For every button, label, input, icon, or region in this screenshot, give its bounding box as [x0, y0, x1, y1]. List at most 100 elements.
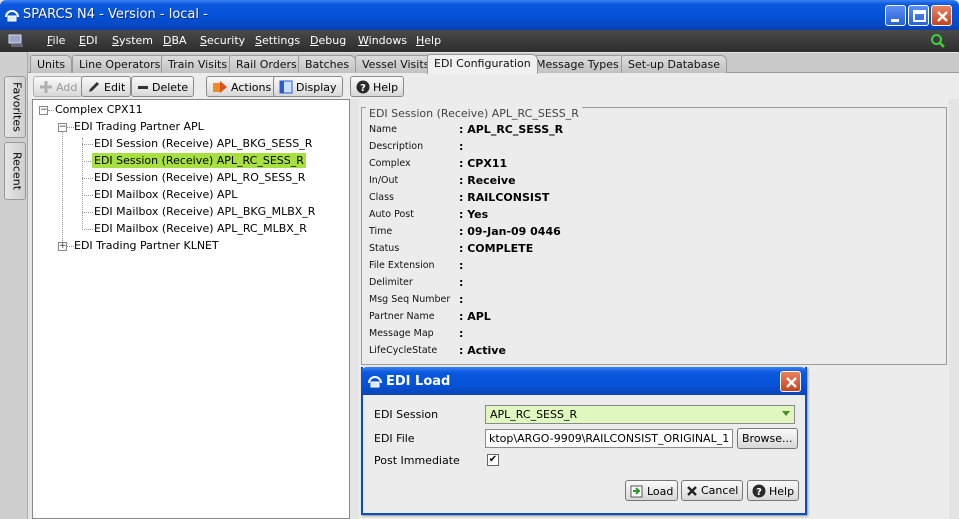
- maximize-button[interactable]: [908, 5, 929, 26]
- help-button-label: Help: [373, 81, 399, 94]
- chevron-down-icon: [782, 411, 790, 416]
- help-icon: ?: [356, 80, 370, 94]
- edit-button[interactable]: Edit: [81, 76, 132, 97]
- side-tab-favorites[interactable]: Favorites: [4, 76, 26, 138]
- menu-bar: File EDI System DBA Security Settings De…: [0, 30, 959, 52]
- field-label: Delimiter: [369, 277, 413, 288]
- details-title: EDI Session (Receive) APL_RC_SESS_R: [366, 107, 582, 120]
- collapse-toggle[interactable]: −: [39, 106, 48, 115]
- svg-text:?: ?: [360, 83, 366, 94]
- panel-splitter[interactable]: [351, 99, 358, 519]
- post-immediate-checkbox[interactable]: ✔: [487, 454, 499, 466]
- minimize-icon: [891, 19, 899, 22]
- cancel-icon: [687, 486, 697, 496]
- side-tab-recent[interactable]: Recent: [4, 142, 26, 200]
- edi-session-label: EDI Session: [374, 408, 439, 421]
- edi-session-select[interactable]: APL_RC_SESS_R: [485, 405, 795, 424]
- menu-system[interactable]: System: [112, 34, 153, 47]
- expand-toggle[interactable]: +: [58, 242, 67, 251]
- tree-node-mailbox[interactable]: EDI Mailbox (Receive) APL_RC_MLBX_R: [92, 221, 309, 236]
- close-window-button[interactable]: [931, 5, 952, 26]
- add-button[interactable]: Add: [33, 76, 84, 97]
- tab-edi-configuration[interactable]: EDI Configuration: [427, 54, 538, 74]
- field-value: : 09-Jan-09 0446: [459, 225, 561, 238]
- tab-setup-database[interactable]: Set-up Database: [621, 55, 727, 73]
- edit-button-label: Edit: [104, 81, 126, 94]
- field-value: : Yes: [459, 208, 489, 221]
- tree-node-partner-klnet[interactable]: EDI Trading Partner KLNET: [72, 238, 221, 253]
- load-icon: [630, 485, 643, 498]
- field-value: :: [459, 327, 464, 340]
- tab-vessel-visits[interactable]: Vessel Visits: [355, 55, 437, 73]
- menu-edi[interactable]: EDI: [79, 34, 98, 47]
- field-value: : APL: [459, 310, 491, 323]
- tab-units[interactable]: Units: [30, 55, 73, 73]
- tree-node-session-selected[interactable]: EDI Session (Receive) APL_RC_SESS_R: [92, 153, 306, 168]
- field-label: Description: [369, 141, 424, 152]
- tree-node-complex[interactable]: Complex CPX11: [53, 102, 145, 117]
- dialog-close-button[interactable]: [780, 371, 801, 392]
- tree-node-mailbox[interactable]: EDI Mailbox (Receive) APL_BKG_MLBX_R: [92, 204, 317, 219]
- actions-button[interactable]: Actions: [206, 76, 278, 97]
- edi-session-value: APL_RC_SESS_R: [490, 408, 578, 421]
- search-icon[interactable]: [930, 33, 946, 49]
- load-button[interactable]: Load: [625, 480, 679, 501]
- field-label: Class: [369, 192, 394, 203]
- window-title-bar: SPARCS N4 - Version - local -: [0, 0, 959, 30]
- cancel-button[interactable]: Cancel: [681, 480, 744, 501]
- minus-icon: [138, 86, 148, 89]
- app-menu-icon[interactable]: [8, 33, 24, 49]
- display-button-label: Display: [296, 81, 337, 94]
- minimize-button[interactable]: [885, 5, 906, 26]
- field-value: : APL_RC_SESS_R: [459, 123, 564, 136]
- edi-file-input[interactable]: [485, 429, 733, 448]
- dialog-title: EDI Load: [386, 374, 451, 389]
- menu-help[interactable]: Help: [416, 34, 441, 47]
- side-tab-favorites-label: Favorites: [10, 82, 24, 132]
- close-icon: [937, 11, 948, 22]
- tab-rail-orders[interactable]: Rail Orders: [229, 55, 304, 73]
- toolbar: Add Edit Delete Actions Display ? Help: [28, 73, 959, 99]
- field-label: Time: [369, 226, 393, 237]
- tab-batches[interactable]: Batches: [298, 55, 357, 73]
- menu-security[interactable]: Security: [200, 34, 245, 47]
- tree-panel: − Complex CPX11 − EDI Trading Partner AP…: [32, 99, 350, 519]
- tree-node-partner-apl[interactable]: EDI Trading Partner APL: [72, 119, 206, 134]
- menu-settings[interactable]: Settings: [255, 34, 300, 47]
- field-value: : CPX11: [459, 157, 508, 170]
- close-icon: [786, 377, 797, 388]
- maximize-icon: [913, 10, 926, 22]
- field-value: :: [459, 276, 464, 289]
- display-button[interactable]: Display: [273, 76, 343, 97]
- delete-button[interactable]: Delete: [131, 76, 195, 97]
- tree-node-session[interactable]: EDI Session (Receive) APL_BKG_SESS_R: [92, 136, 314, 151]
- field-value: : RAILCONSIST: [459, 191, 550, 204]
- edi-load-dialog: EDI Load EDI Session APL_RC_SESS_R EDI F…: [361, 367, 807, 515]
- pencil-icon: [89, 82, 99, 92]
- side-strip: Favorites Recent: [0, 52, 28, 519]
- field-label: Partner Name: [369, 311, 435, 322]
- dialog-help-button[interactable]: ? Help: [747, 480, 800, 501]
- field-label: LifeCycleState: [369, 345, 438, 356]
- field-value: :: [459, 140, 464, 153]
- menu-dba[interactable]: DBA: [163, 34, 187, 47]
- field-label: Complex: [369, 158, 411, 169]
- menu-windows[interactable]: Windows: [358, 34, 407, 47]
- help-button[interactable]: ? Help: [350, 76, 405, 97]
- field-label: Auto Post: [369, 209, 414, 220]
- field-label: Status: [369, 243, 400, 254]
- menu-file[interactable]: File: [47, 34, 65, 47]
- add-button-label: Add: [56, 81, 78, 94]
- actions-icon: [213, 81, 227, 93]
- collapse-toggle[interactable]: −: [58, 123, 67, 132]
- svg-text:?: ?: [756, 487, 762, 498]
- tab-train-visits[interactable]: Train Visits: [161, 55, 235, 73]
- add-icon: [40, 81, 52, 93]
- tab-message-types[interactable]: Message Types: [529, 55, 626, 73]
- tree-node-mailbox[interactable]: EDI Mailbox (Receive) APL: [92, 187, 239, 202]
- tab-line-operators[interactable]: Line Operators: [72, 55, 168, 73]
- menu-debug[interactable]: Debug: [310, 34, 346, 47]
- tree-node-session[interactable]: EDI Session (Receive) APL_RO_SESS_R: [92, 170, 307, 185]
- browse-button[interactable]: Browse...: [737, 428, 798, 449]
- field-label: In/Out: [369, 175, 399, 186]
